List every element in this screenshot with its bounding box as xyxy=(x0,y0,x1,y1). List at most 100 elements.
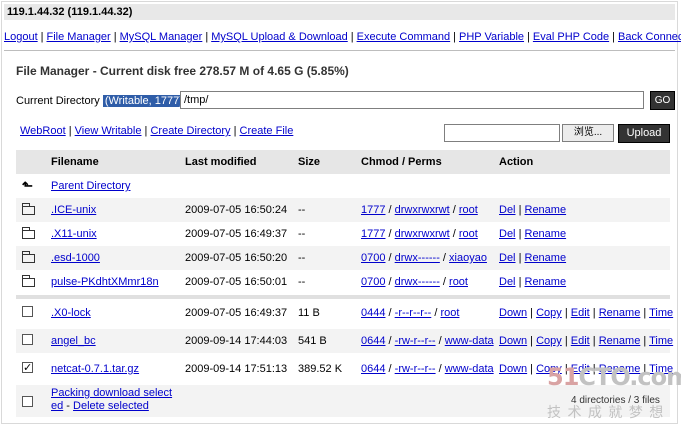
go-button[interactable]: GO xyxy=(650,91,675,110)
chmod-link[interactable]: 0444 xyxy=(361,307,385,319)
action-time[interactable]: Time xyxy=(649,307,673,319)
action-rename[interactable]: Rename xyxy=(525,228,567,240)
perms-link[interactable]: drwx------ xyxy=(395,276,440,288)
action-create-directory[interactable]: Create Directory xyxy=(150,125,230,137)
action-edit[interactable]: Edit xyxy=(571,335,590,347)
menu-mysql-manager[interactable]: MySQL Manager xyxy=(120,31,203,43)
perms-link[interactable]: -rw-r--r-- xyxy=(395,363,436,375)
action-view-writable[interactable]: View Writable xyxy=(75,125,142,137)
parent-directory-link[interactable]: Parent Directory xyxy=(51,174,130,198)
perms-link[interactable]: -rw-r--r-- xyxy=(395,335,436,347)
menu-eval-php-code[interactable]: Eval PHP Code xyxy=(533,31,609,43)
chmod-link[interactable]: 0644 xyxy=(361,363,385,375)
chmod-link[interactable]: 1777 xyxy=(361,204,385,216)
checkbox[interactable] xyxy=(22,329,38,353)
action-time[interactable]: Time xyxy=(649,335,673,347)
perms-link[interactable]: drwxrwxrwt xyxy=(395,228,450,240)
divider xyxy=(4,50,675,51)
menu-php-variable[interactable]: PHP Variable xyxy=(459,31,524,43)
chmod-link[interactable]: 0700 xyxy=(361,252,385,264)
owner-link[interactable]: root xyxy=(459,204,478,216)
action-rename[interactable]: Rename xyxy=(599,307,641,319)
page-title: File Manager - Current disk free 278.57 … xyxy=(16,64,349,78)
action-webroot[interactable]: WebRoot xyxy=(20,125,66,137)
dir-row: .esd-1000 2009-07-05 16:50:20 -- 0700 / drw… xyxy=(16,246,670,270)
owner-link[interactable]: root xyxy=(440,307,459,319)
action-copy[interactable]: Copy xyxy=(536,307,562,319)
action-del[interactable]: Del xyxy=(499,276,516,288)
menu-execute-command[interactable]: Execute Command xyxy=(357,31,451,43)
dir-name-link[interactable]: pulse-PKdhtXMmr18n xyxy=(51,270,159,294)
action-separator: | xyxy=(527,335,537,347)
upload-button[interactable]: Upload xyxy=(618,124,670,143)
action-rename[interactable]: Rename xyxy=(525,252,567,264)
chmod-perms: 0700 / drwx------ / xiaoyao xyxy=(361,246,487,270)
action-down[interactable]: Down xyxy=(499,335,527,347)
upload-file-input[interactable] xyxy=(444,124,560,142)
chmod-link[interactable]: 0644 xyxy=(361,335,385,347)
perms-link[interactable]: drwx------ xyxy=(395,252,440,264)
menu-back-connect[interactable]: Back Connect xyxy=(618,31,681,43)
parent-directory-row: ⬑ Parent Directory xyxy=(16,174,670,198)
action-rename[interactable]: Rename xyxy=(525,276,567,288)
file-name-link[interactable]: netcat-0.7.1.tar.gz xyxy=(51,357,139,381)
chmod-perms: 1777 / drwxrwxrwt / root xyxy=(361,198,478,222)
select-all-checkbox[interactable] xyxy=(22,395,38,410)
menu-file-manager[interactable]: File Manager xyxy=(47,31,111,43)
perms-link[interactable]: -r--r--r-- xyxy=(395,307,432,319)
directory-input[interactable] xyxy=(180,91,644,109)
checkbox[interactable] xyxy=(22,301,38,325)
action-del[interactable]: Del xyxy=(499,228,516,240)
main-menu: Logout | File Manager | MySQL Manager | MySQL … xyxy=(4,28,681,46)
chmod-link[interactable]: 1777 xyxy=(361,228,385,240)
action-rename[interactable]: Rename xyxy=(525,204,567,216)
packing-download-link-cont[interactable]: ed xyxy=(51,400,63,412)
dir-name-link[interactable]: .X11-unix xyxy=(51,222,97,246)
row-actions: Down | Copy | Edit | Rename | Time xyxy=(499,301,673,325)
action-down[interactable]: Down xyxy=(499,363,527,375)
owner-link[interactable]: root xyxy=(449,276,468,288)
action-separator: | xyxy=(65,125,75,137)
action-del[interactable]: Del xyxy=(499,204,516,216)
header-size: Size xyxy=(298,156,321,168)
dir-name-link[interactable]: .ICE-unix xyxy=(51,198,96,222)
menu-mysql-upload-download[interactable]: MySQL Upload & Download xyxy=(211,31,348,43)
perms-link[interactable]: drwxrwxrwt xyxy=(395,204,450,216)
file-name-link[interactable]: .X0-lock xyxy=(51,301,91,325)
owner-link[interactable]: xiaoyao xyxy=(449,252,487,264)
owner-link[interactable]: www-data xyxy=(445,335,494,347)
file-name-link[interactable]: angel_bc xyxy=(51,329,96,353)
action-copy[interactable]: Copy xyxy=(536,335,562,347)
last-modified: 2009-07-05 16:50:20 xyxy=(185,252,288,264)
dir-name-link[interactable]: .esd-1000 xyxy=(51,246,100,270)
owner-link[interactable]: root xyxy=(459,228,478,240)
action-create-file[interactable]: Create File xyxy=(240,125,294,137)
file-row: angel_bc 2009-09-14 17:44:03 541 B 0644 / -… xyxy=(16,329,673,353)
writable-badge: (Writable, 1777) xyxy=(102,95,185,107)
header-chmod: Chmod / Perms xyxy=(361,156,442,168)
perm-separator: / xyxy=(439,252,450,264)
action-rename[interactable]: Rename xyxy=(599,335,641,347)
checkbox[interactable] xyxy=(22,356,38,381)
file-size: -- xyxy=(298,228,306,240)
footer-actions: Packing download select ed - Delete selec… xyxy=(51,387,172,413)
perm-separator: / xyxy=(385,276,395,288)
packing-download-link[interactable]: Packing download select xyxy=(51,387,172,399)
perm-separator: / xyxy=(385,363,395,375)
action-down[interactable]: Down xyxy=(499,307,527,319)
action-edit[interactable]: Edit xyxy=(571,307,590,319)
owner-link[interactable]: www-data xyxy=(445,363,494,375)
file-size: -- xyxy=(298,276,306,288)
perm-separator: / xyxy=(385,307,395,319)
action-del[interactable]: Del xyxy=(499,252,516,264)
dir-row: pulse-PKdhtXMmr18n 2009-07-05 16:50:01 -- 0… xyxy=(16,270,670,294)
browse-button[interactable]: 浏览... xyxy=(562,124,614,142)
menu-logout[interactable]: Logout xyxy=(4,31,38,43)
chmod-perms: 0700 / drwx------ / root xyxy=(361,270,468,294)
watermark-slogan: 技 术 成 就 梦 想 xyxy=(547,405,665,421)
row-actions: Del | Rename xyxy=(499,270,566,294)
action-separator: | xyxy=(515,252,525,264)
checkbox-box xyxy=(22,334,33,345)
chmod-link[interactable]: 0700 xyxy=(361,276,385,288)
delete-selected-link[interactable]: Delete selected xyxy=(73,400,149,412)
